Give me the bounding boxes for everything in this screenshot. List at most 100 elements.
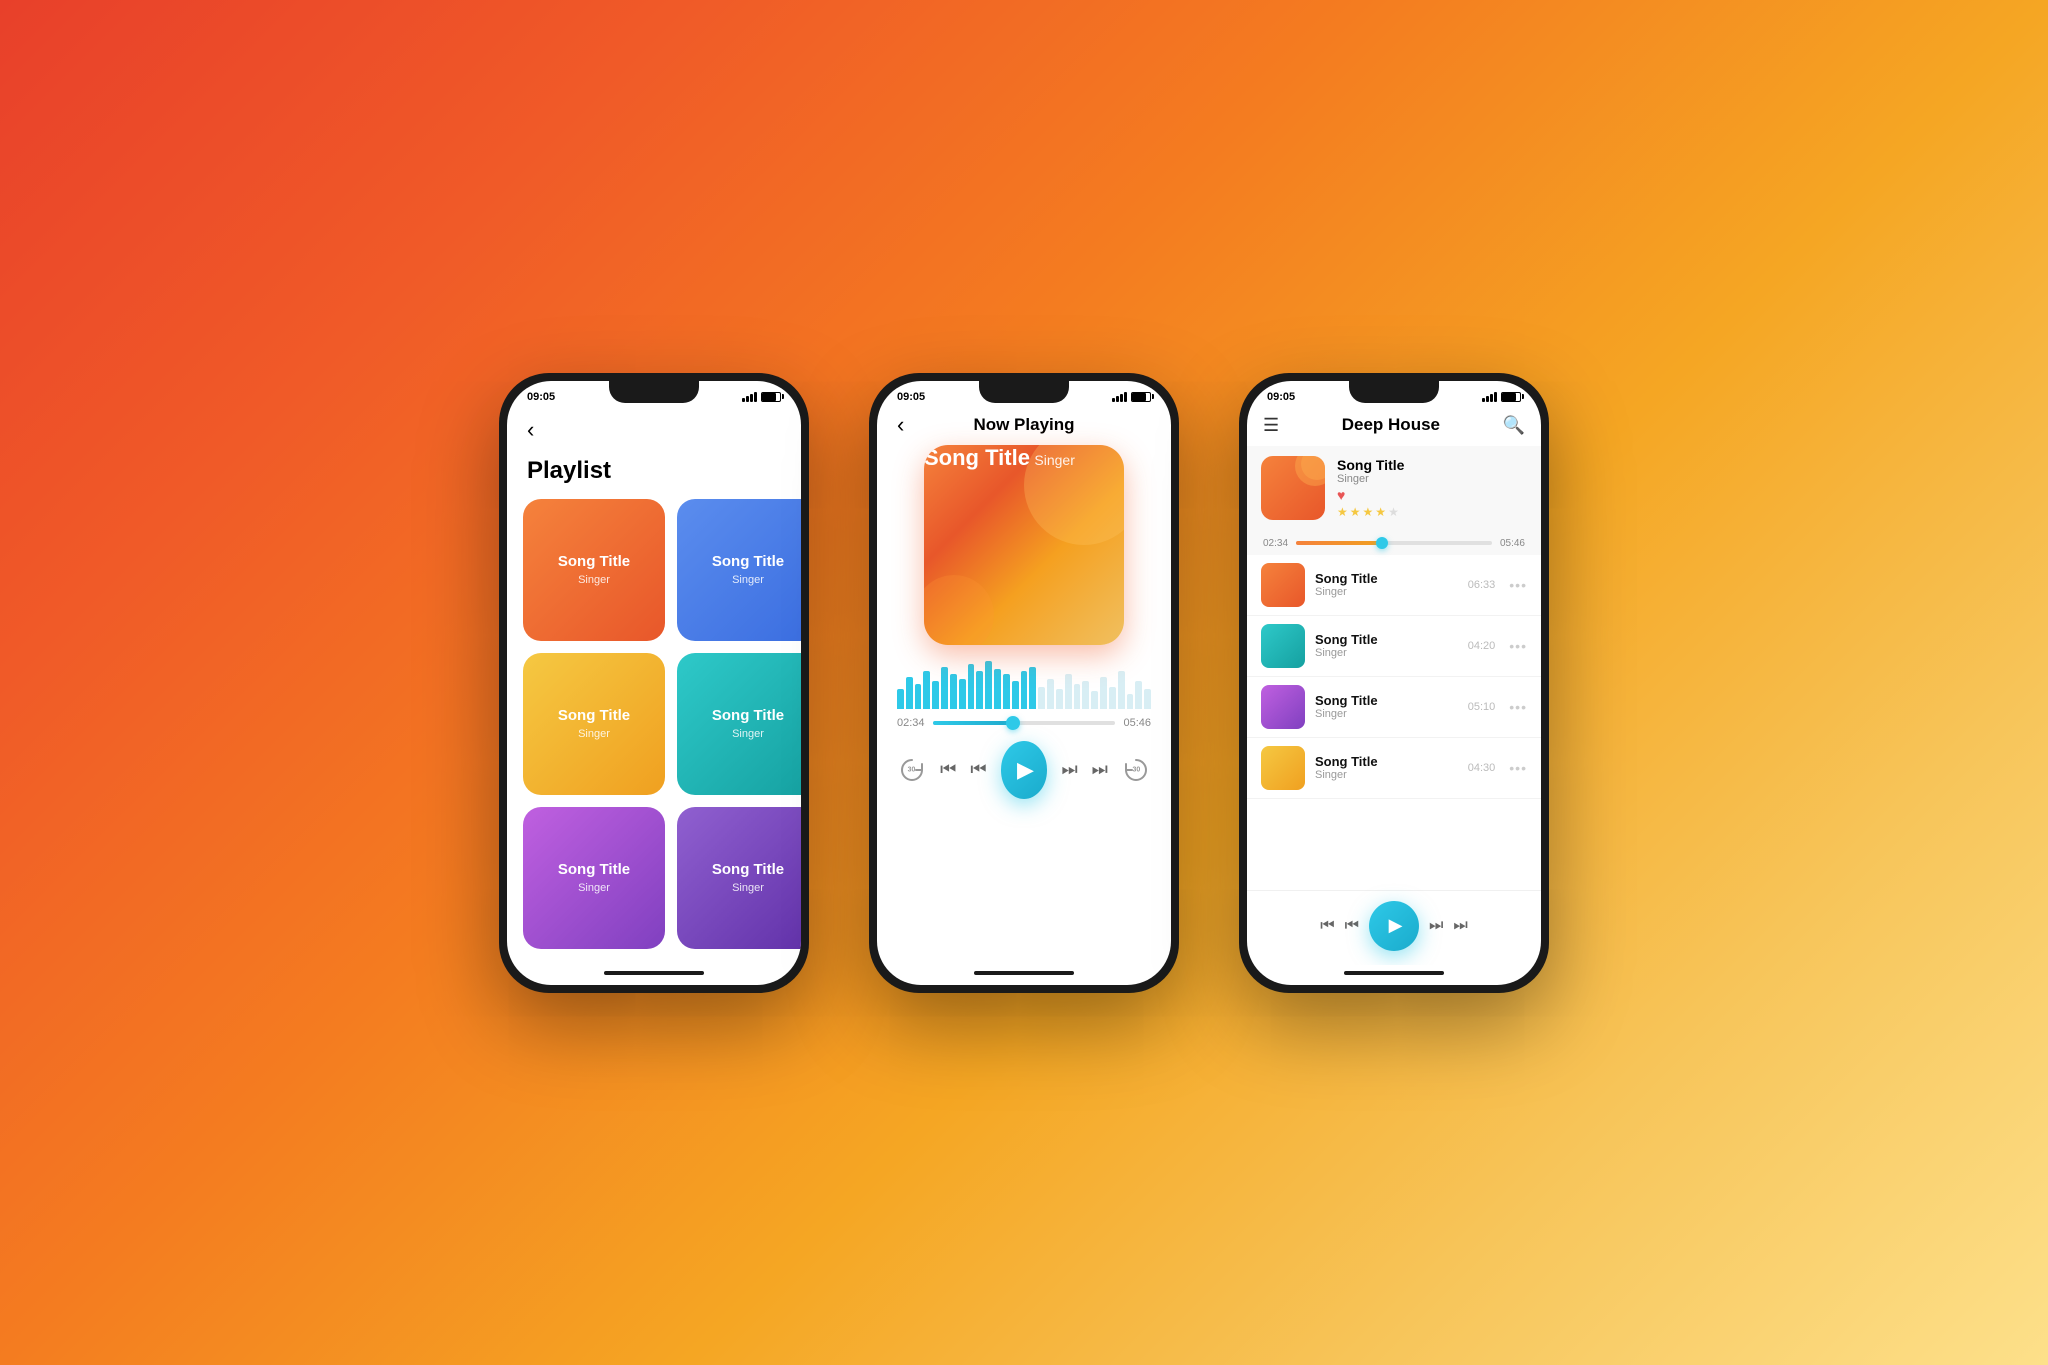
song-card-title-1: Song Title: [558, 553, 630, 571]
battery-icon: [761, 392, 781, 402]
song-card-title-4: Song Title: [712, 707, 784, 725]
np-controls: 30 ⏮ ⏮ ▶ ⏭ ⏭ 30: [877, 737, 1171, 813]
list-duration-2: 04:20: [1468, 640, 1496, 652]
star-rating[interactable]: ★ ★ ★ ★ ★: [1337, 505, 1527, 519]
playlist-grid: Song Title Singer Song Title Singer Song…: [507, 499, 801, 965]
notch-2: [979, 381, 1069, 403]
star-4: ★: [1375, 505, 1386, 519]
heart-icon[interactable]: ♥: [1337, 487, 1527, 503]
dh-prev-button[interactable]: ⏮: [1345, 917, 1359, 935]
deep-house-title: Deep House: [1342, 415, 1440, 435]
list-singer-1: Singer: [1315, 586, 1458, 598]
list-singer-4: Singer: [1315, 769, 1458, 781]
dh-progress-track[interactable]: [1296, 541, 1492, 545]
play-icon: ▶: [1017, 757, 1034, 783]
dh-now-playing-info: Song Title Singer ♥ ★ ★ ★ ★ ★: [1337, 457, 1527, 519]
search-icon[interactable]: 🔍: [1503, 415, 1525, 436]
song-card-singer-3: Singer: [578, 728, 610, 740]
more-icon-3[interactable]: •••: [1509, 699, 1527, 715]
list-title-2: Song Title: [1315, 632, 1458, 647]
dh-play-pause-button[interactable]: ▶: [1369, 901, 1419, 951]
star-2: ★: [1350, 505, 1361, 519]
play-pause-button[interactable]: ▶: [1001, 741, 1048, 799]
np-progress-thumb: [1006, 716, 1020, 730]
dh-progress-fill: [1296, 541, 1382, 545]
song-card-title-6: Song Title: [712, 861, 784, 879]
home-indicator-1: [604, 971, 704, 975]
dh-time-current: 02:34: [1263, 538, 1288, 549]
signal-icon-3: [1482, 392, 1497, 402]
back-button-2[interactable]: ‹: [897, 412, 904, 438]
song-card-4[interactable]: Song Title Singer: [677, 653, 801, 795]
dh-now-playing-art: [1261, 456, 1325, 520]
song-card-title-2: Song Title: [712, 553, 784, 571]
list-item-4[interactable]: Song Title Singer 04:30 •••: [1247, 738, 1541, 799]
now-playing-title: Now Playing: [973, 415, 1074, 435]
replay-forward-button[interactable]: 30: [1122, 752, 1151, 788]
signal-icon-2: [1112, 392, 1127, 402]
list-item-2[interactable]: Song Title Singer 04:20 •••: [1247, 616, 1541, 677]
phone-playlist: 09:05 ‹ Playlist: [499, 373, 809, 993]
back-button-1[interactable]: ‹: [527, 417, 534, 443]
np-time-total: 05:46: [1123, 717, 1151, 729]
more-icon-1[interactable]: •••: [1509, 577, 1527, 593]
song-card-singer-5: Singer: [578, 882, 610, 894]
song-card-title-5: Song Title: [558, 861, 630, 879]
song-card-3[interactable]: Song Title Singer: [523, 653, 665, 795]
next-next-button[interactable]: ⏭: [1092, 759, 1108, 780]
list-info-4: Song Title Singer: [1315, 754, 1458, 781]
more-icon-2[interactable]: •••: [1509, 638, 1527, 654]
song-card-6[interactable]: Song Title Singer: [677, 807, 801, 949]
status-icons-2: [1112, 392, 1151, 402]
notch-1: [609, 381, 699, 403]
song-card-singer-1: Singer: [578, 574, 610, 586]
dh-now-song-title: Song Title: [1337, 457, 1527, 473]
prev-prev-button[interactable]: ⏮: [940, 759, 956, 780]
dh-next-next-button[interactable]: ⏭: [1453, 917, 1467, 935]
list-duration-3: 05:10: [1468, 701, 1496, 713]
list-item-1[interactable]: Song Title Singer 06:33 •••: [1247, 555, 1541, 616]
star-5: ★: [1388, 505, 1399, 519]
notch-3: [1349, 381, 1439, 403]
replay-back-button[interactable]: 30: [897, 752, 926, 788]
dh-progress-row: 02:34 05:46: [1263, 538, 1525, 549]
list-info-2: Song Title Singer: [1315, 632, 1458, 659]
song-card-5[interactable]: Song Title Singer: [523, 807, 665, 949]
status-icons-1: [742, 392, 781, 402]
list-title-1: Song Title: [1315, 571, 1458, 586]
more-icon-4[interactable]: •••: [1509, 760, 1527, 776]
np-progress-fill: [933, 721, 1013, 725]
np-progress-track[interactable]: [933, 721, 1116, 725]
dh-time-total: 05:46: [1500, 538, 1525, 549]
list-title-4: Song Title: [1315, 754, 1458, 769]
np-singer: Singer: [1034, 452, 1074, 468]
np-song-title: Song Title: [924, 445, 1030, 470]
dh-next-button[interactable]: ⏭: [1429, 917, 1443, 935]
home-indicator-3: [1344, 971, 1444, 975]
list-duration-4: 04:30: [1468, 762, 1496, 774]
list-singer-3: Singer: [1315, 708, 1458, 720]
list-art-4: [1261, 746, 1305, 790]
playlist-header: ‹: [507, 407, 801, 457]
battery-icon-2: [1131, 392, 1151, 402]
signal-icon: [742, 392, 757, 402]
song-card-1[interactable]: Song Title Singer: [523, 499, 665, 641]
prev-button[interactable]: ⏮: [970, 759, 986, 780]
dh-prev-prev-button[interactable]: ⏮: [1320, 917, 1334, 935]
status-time-3: 09:05: [1267, 391, 1295, 403]
next-button[interactable]: ⏭: [1061, 759, 1077, 780]
star-3: ★: [1363, 505, 1374, 519]
status-bar-3: 09:05: [1247, 381, 1541, 407]
list-art-1: [1261, 563, 1305, 607]
song-card-singer-4: Singer: [732, 728, 764, 740]
song-card-2[interactable]: Song Title Singer: [677, 499, 801, 641]
status-bar-2: 09:05: [877, 381, 1171, 407]
phone-now-playing: 09:05 ‹ Now Playing Song Title: [869, 373, 1179, 993]
list-info-1: Song Title Singer: [1315, 571, 1458, 598]
list-item-3[interactable]: Song Title Singer 05:10 •••: [1247, 677, 1541, 738]
status-bar-1: 09:05: [507, 381, 801, 407]
menu-icon[interactable]: ☰: [1263, 415, 1279, 436]
np-time-current: 02:34: [897, 717, 925, 729]
dh-now-playing: Song Title Singer ♥ ★ ★ ★ ★ ★: [1247, 446, 1541, 530]
phone-deep-house: 09:05 ☰ Deep House 🔍: [1239, 373, 1549, 993]
